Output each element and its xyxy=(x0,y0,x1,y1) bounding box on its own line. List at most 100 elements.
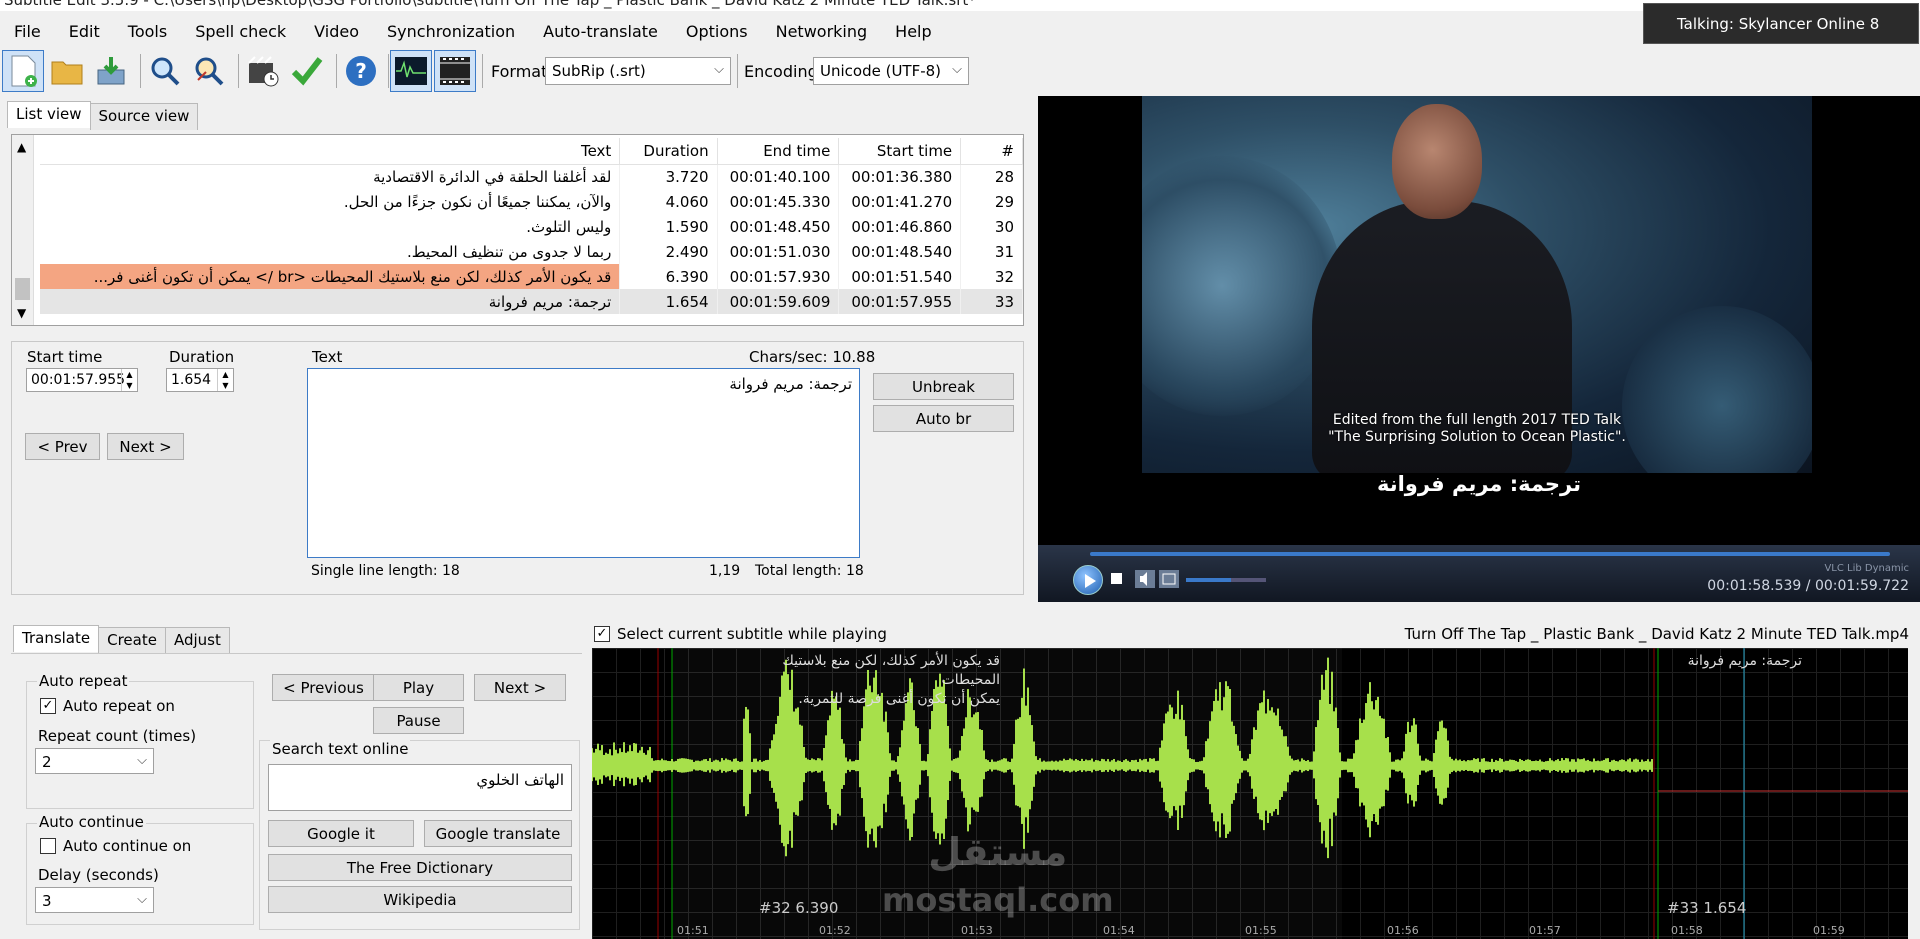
table-row[interactable]: قد يكون الأمر كذلك، لكن منع بلاستيك المح… xyxy=(40,264,1023,289)
open-file-button[interactable] xyxy=(46,50,88,92)
notification-toast[interactable]: Talking: Skylancer Online 8 xyxy=(1643,3,1919,44)
format-value: SubRip (.srt) xyxy=(552,62,646,80)
start-time-input[interactable]: 00:01:57.955 ▲ ▼ xyxy=(26,368,138,392)
menu-networking[interactable]: Networking xyxy=(761,22,881,41)
chevron-down-icon: ⌵ xyxy=(714,62,724,77)
table-row[interactable]: والآن، يمكننا جميعًا أن نكون جزءًا من ال… xyxy=(40,189,1023,214)
duration-input[interactable]: 1.654 ▲ ▼ xyxy=(166,368,234,392)
grid-scrollbar[interactable]: ▲ ▼ xyxy=(12,135,34,325)
replace-button[interactable] xyxy=(188,50,230,92)
menu-options[interactable]: Options xyxy=(671,22,761,41)
scroll-down-icon[interactable]: ▼ xyxy=(17,306,26,320)
repeat-count-label: Repeat count (times) xyxy=(38,727,197,745)
spinner-icon[interactable]: ▲ ▼ xyxy=(217,369,233,391)
column-header-start-time[interactable]: Start time xyxy=(838,138,962,165)
column-header-number[interactable]: # xyxy=(960,138,1023,165)
window-title-bar: Subtitle Edit 3.5.9 - C:\Users\hp\Deskto… xyxy=(0,0,1920,11)
google-it-button[interactable]: Google it xyxy=(268,820,414,847)
column-header-end-time[interactable]: End time xyxy=(717,138,840,165)
spell-check-button[interactable] xyxy=(286,50,328,92)
unbreak-button[interactable]: Unbreak xyxy=(873,373,1014,400)
waveform-sub32-line2: يمكن أن تكون أغنى فرصة للثمرية. xyxy=(798,691,1000,707)
play-icon[interactable] xyxy=(1073,565,1103,595)
visual-sync-button[interactable] xyxy=(242,50,284,92)
auto-continue-checkbox[interactable] xyxy=(40,838,56,854)
menu-file[interactable]: File xyxy=(0,22,54,41)
tab-source-view[interactable]: Source view xyxy=(89,103,199,130)
svg-text:?: ? xyxy=(355,59,367,83)
encoding-label: Encoding xyxy=(744,62,818,81)
volume-slider[interactable] xyxy=(1186,578,1266,582)
column-header-text[interactable]: Text xyxy=(40,138,621,165)
auto-br-button[interactable]: Auto br xyxy=(873,405,1014,432)
stop-icon[interactable] xyxy=(1111,573,1122,584)
cell-start-time: 00:01:48.540 xyxy=(838,239,962,264)
menu-edit[interactable]: Edit xyxy=(54,22,113,41)
cell-start-time: 00:01:46.860 xyxy=(838,214,962,239)
play-button[interactable]: Play xyxy=(373,674,464,701)
menu-tools[interactable]: Tools xyxy=(113,22,180,41)
cell-duration: 3.720 xyxy=(619,164,718,189)
table-row[interactable]: لقد أغلقنا الحلقة في الدائرة الاقتصادية … xyxy=(40,164,1023,189)
menu-auto-translate[interactable]: Auto-translate xyxy=(528,22,671,41)
scroll-up-icon[interactable]: ▲ xyxy=(17,140,26,154)
seek-bar[interactable] xyxy=(1090,552,1890,556)
menu-video[interactable]: Video xyxy=(299,22,372,41)
tab-create[interactable]: Create xyxy=(98,627,166,654)
tab-list-view[interactable]: List view xyxy=(7,101,91,128)
mute-fullscreen-icons[interactable] xyxy=(1134,569,1180,589)
cell-start-time: 00:01:36.380 xyxy=(838,164,962,189)
scroll-thumb[interactable] xyxy=(15,278,30,300)
spinner-icon[interactable]: ▲ ▼ xyxy=(121,369,137,391)
previous-button[interactable]: < Previous xyxy=(272,674,375,701)
table-row-selected[interactable]: ترجمة: مريم فروانة 1.654 00:01:59.609 00… xyxy=(40,289,1023,314)
cell-text: والآن، يمكننا جميعًا أن نكون جزءًا من ال… xyxy=(40,189,621,214)
find-button[interactable] xyxy=(144,50,186,92)
cell-duration: 6.390 xyxy=(619,264,718,289)
wikipedia-button[interactable]: Wikipedia xyxy=(268,886,572,913)
table-row[interactable]: ربما لا جدوى من تنظيف المحيط. 2.490 00:0… xyxy=(40,239,1023,264)
next-button[interactable]: Next > xyxy=(107,433,184,460)
search-online-label: Search text online xyxy=(270,740,411,758)
encoding-select[interactable]: Unicode (UTF-8) ⌵ xyxy=(813,57,969,85)
prev-button[interactable]: < Prev xyxy=(25,433,100,460)
cell-text: وليس التلوث. xyxy=(40,214,621,239)
new-file-button[interactable] xyxy=(2,50,44,92)
save-button[interactable] xyxy=(90,50,132,92)
time-tick: 01:51 xyxy=(677,924,709,937)
audio-waveform[interactable]: قد يكون الأمر كذلك، لكن منع بلاستيك المح… xyxy=(592,648,1908,939)
time-tick: 01:53 xyxy=(961,924,993,937)
auto-repeat-checkbox[interactable]: ✓ xyxy=(40,698,56,714)
pause-button[interactable]: Pause xyxy=(373,707,464,734)
help-button[interactable]: ? xyxy=(340,50,382,92)
cell-start-time: 00:01:57.955 xyxy=(838,289,962,314)
cell-end-time: 00:01:48.450 xyxy=(717,214,840,239)
menu-synchronization[interactable]: Synchronization xyxy=(372,22,528,41)
video-subtitle-overlay: ترجمة: مريم فروانة xyxy=(1376,472,1582,496)
menu-help[interactable]: Help xyxy=(880,22,944,41)
search-text-input[interactable]: الهاتف الخلوي xyxy=(268,764,572,811)
tab-translate[interactable]: Translate xyxy=(13,625,100,652)
format-select[interactable]: SubRip (.srt) ⌵ xyxy=(545,57,731,85)
cell-end-time: 00:01:57.930 xyxy=(717,264,840,289)
select-while-playing-label: Select current subtitle while playing xyxy=(617,625,887,643)
delay-select[interactable]: 3 ⌵ xyxy=(35,887,154,913)
waveform-subtitle-32: قد يكون الأمر كذلك، لكن منع بلاستيك المح… xyxy=(720,652,1000,709)
toggle-video-button[interactable] xyxy=(434,50,476,92)
folder-icon xyxy=(51,61,83,85)
video-player[interactable]: Edited from the full length 2017 TED Tal… xyxy=(1038,96,1920,602)
subtitle-text-editor[interactable]: ترجمة: مريم فروانة xyxy=(307,368,860,558)
cell-end-time: 00:01:51.030 xyxy=(717,239,840,264)
single-line-length: Single line length: 18 xyxy=(311,563,460,579)
tab-adjust[interactable]: Adjust xyxy=(164,627,230,654)
menu-spell-check[interactable]: Spell check xyxy=(180,22,299,41)
toggle-waveform-button[interactable] xyxy=(390,50,432,92)
select-while-playing-checkbox[interactable]: ✓ xyxy=(594,626,610,642)
column-header-duration[interactable]: Duration xyxy=(619,138,718,165)
format-label: Format xyxy=(491,62,548,81)
repeat-count-select[interactable]: 2 ⌵ xyxy=(35,748,154,774)
next-subtitle-button[interactable]: Next > xyxy=(474,674,566,701)
google-translate-button[interactable]: Google translate xyxy=(424,820,572,847)
free-dictionary-button[interactable]: The Free Dictionary xyxy=(268,854,572,881)
table-row[interactable]: وليس التلوث. 1.590 00:01:48.450 00:01:46… xyxy=(40,214,1023,239)
